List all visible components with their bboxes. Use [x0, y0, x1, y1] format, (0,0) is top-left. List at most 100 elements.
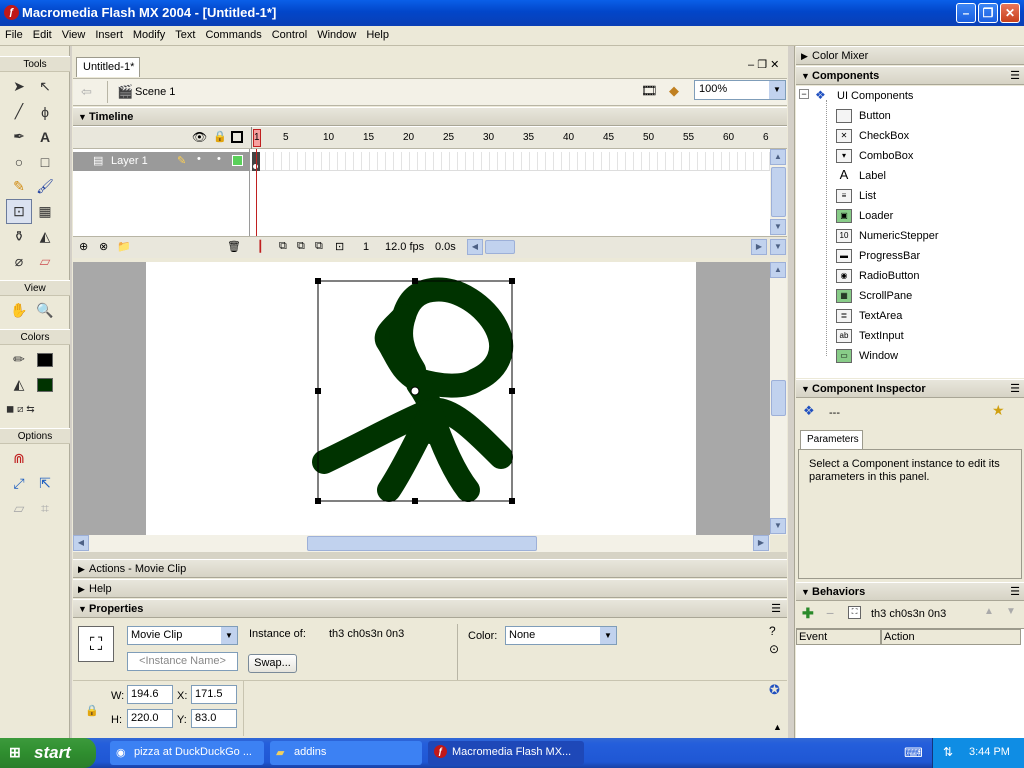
y-input[interactable]: 83.0 — [191, 709, 237, 728]
menu-insert[interactable]: Insert — [90, 26, 128, 41]
component-checkbox[interactable]: ✕ CheckBox — [836, 129, 909, 147]
scroll-down-icon[interactable]: ▼ — [770, 239, 786, 255]
stroke-color-swatch[interactable] — [32, 347, 58, 372]
eyedropper-tool-icon[interactable]: ⌀ — [6, 249, 32, 274]
lock-dot-icon[interactable]: • — [217, 153, 221, 165]
instance-name-input[interactable]: <Instance Name> — [127, 652, 238, 671]
height-input[interactable]: 220.0 — [127, 709, 173, 728]
taskbar-item-browser[interactable]: ◉ pizza at DuckDuckGo ... — [110, 741, 264, 765]
frames-area[interactable] — [250, 149, 770, 239]
timeline-vscroll[interactable]: ▲ ▼ — [770, 149, 787, 236]
action-column-header[interactable]: Action — [881, 629, 1021, 645]
panel-menu-icon[interactable]: ☰ — [1010, 69, 1020, 82]
start-button[interactable]: ⊞ start — [0, 738, 96, 768]
ui-components-node[interactable]: UI Components — [837, 90, 913, 102]
chevron-down-icon[interactable]: ▼ — [600, 627, 616, 644]
eye-icon[interactable]: 👁 — [192, 130, 207, 144]
pen-tool-icon[interactable]: ✒ — [6, 124, 32, 149]
hand-tool-icon[interactable]: ✋ — [6, 298, 32, 323]
menu-edit[interactable]: Edit — [28, 26, 57, 41]
add-behavior-icon[interactable]: ✚ — [802, 605, 814, 622]
components-header[interactable]: ▼ Components ☰ — [796, 66, 1024, 85]
help-panel-header[interactable]: ▶ Help — [73, 579, 787, 598]
clock[interactable]: 3:44 PM — [969, 746, 1010, 758]
stage[interactable] — [146, 262, 696, 535]
edit-scene-icon[interactable]: 🎞 — [641, 83, 658, 99]
line-tool-icon[interactable]: ╱ — [6, 99, 32, 124]
menu-file[interactable]: File — [0, 26, 28, 41]
eraser-tool-icon[interactable]: ▱ — [32, 249, 58, 274]
accessibility-icon[interactable]: ✪ — [769, 682, 780, 698]
behaviors-header[interactable]: ▼ Behaviors ☰ — [796, 582, 1024, 601]
panel-menu-icon[interactable]: ☰ — [1010, 382, 1020, 395]
color-effect-combo[interactable]: None ▼ — [505, 626, 617, 645]
parameters-tab[interactable]: Parameters — [800, 430, 863, 449]
panel-menu-icon[interactable]: ☰ — [771, 602, 781, 615]
edit-multiple-frames-icon[interactable]: ⧉ — [315, 240, 323, 253]
scroll-thumb[interactable] — [771, 167, 786, 217]
component-scrollpane[interactable]: ▦ ScrollPane — [836, 289, 912, 307]
outline-color-swatch[interactable] — [232, 155, 243, 166]
scene-name[interactable]: Scene 1 — [135, 86, 175, 98]
minimize-button[interactable]: – — [956, 3, 976, 23]
menu-modify[interactable]: Modify — [128, 26, 170, 41]
panel-menu-icon[interactable]: ☰ — [1010, 585, 1020, 598]
doc-minimize-icon[interactable]: – — [748, 59, 754, 71]
timeline-header[interactable]: ▼ Timeline — [73, 107, 787, 126]
symbol-type-combo[interactable]: Movie Clip ▼ — [127, 626, 238, 645]
maximize-button[interactable]: ❐ — [978, 3, 998, 23]
scroll-up-icon[interactable]: ▲ — [770, 262, 786, 278]
scroll-right-icon[interactable]: ▶ — [751, 239, 767, 255]
menu-control[interactable]: Control — [267, 26, 312, 41]
lock-icon[interactable]: 🔒 — [213, 130, 227, 143]
component-window[interactable]: ▭ Window — [836, 349, 898, 367]
actions-panel-header[interactable]: ▶ Actions - Movie Clip — [73, 559, 787, 578]
collapse-arrow-icon[interactable]: ▲ — [773, 722, 782, 732]
doc-restore-icon[interactable]: ❐ — [757, 59, 767, 71]
move-up-icon[interactable]: ▲ — [984, 606, 994, 617]
component-button[interactable]: Button — [836, 109, 891, 127]
menu-view[interactable]: View — [57, 26, 91, 41]
insert-layer-icon[interactable]: ⊕ — [79, 240, 88, 253]
layer-row[interactable]: ▤ Layer 1 ✎ • • — [73, 152, 249, 171]
inspector-star-icon[interactable]: ★ — [992, 402, 1005, 419]
component-radiobutton[interactable]: ◉ RadioButton — [836, 269, 920, 287]
stage-vscroll[interactable]: ▲ ▼ — [770, 262, 787, 535]
onion-markers-icon[interactable]: ⊡ — [335, 240, 344, 253]
scroll-down-icon[interactable]: ▼ — [770, 219, 786, 235]
distort-icon[interactable]: ▱ — [6, 496, 32, 521]
stage-hscroll[interactable]: ◀ ▶ — [73, 535, 770, 552]
remove-behavior-icon[interactable]: − — [826, 605, 834, 621]
scroll-left-icon[interactable]: ◀ — [73, 535, 89, 551]
edit-icon[interactable]: ⊙ — [769, 642, 779, 656]
ink-bottle-tool-icon[interactable]: ⚱ — [6, 224, 32, 249]
help-icon[interactable]: ? — [769, 624, 776, 638]
swap-button[interactable]: Swap... — [248, 654, 297, 673]
oval-tool-icon[interactable]: ○ — [6, 149, 32, 174]
stick-figure-drawing[interactable] — [146, 262, 696, 535]
keyboard-icon[interactable]: ⌨ — [904, 745, 923, 761]
brush-tool-icon[interactable]: 🖌 — [32, 174, 58, 199]
arrow-tool-icon[interactable]: ➤ — [6, 74, 32, 99]
color-mixer-header[interactable]: ▶ Color Mixer — [796, 46, 1024, 65]
visibility-dot-icon[interactable]: • — [197, 153, 201, 165]
component-inspector-header[interactable]: ▼ Component Inspector ☰ — [796, 379, 1024, 398]
properties-panel-header[interactable]: ▼ Properties ☰ — [73, 599, 787, 618]
tree-collapse-icon[interactable]: − — [799, 89, 809, 99]
fill-transform-tool-icon[interactable]: ▦ — [32, 199, 58, 224]
chevron-down-icon[interactable]: ▼ — [221, 627, 237, 644]
center-frame-icon[interactable]: ┃ — [257, 240, 264, 253]
fill-color-swatch[interactable] — [32, 372, 58, 397]
taskbar-item-addins[interactable]: ▰ addins — [270, 741, 422, 765]
menu-text[interactable]: Text — [170, 26, 200, 41]
component-loader[interactable]: ▣ Loader — [836, 209, 893, 227]
x-input[interactable]: 171.5 — [191, 685, 237, 704]
snap-magnet-icon[interactable]: ⋒ — [6, 446, 32, 471]
back-arrow-icon[interactable]: ⇦ — [81, 84, 92, 100]
menu-commands[interactable]: Commands — [200, 26, 266, 41]
free-transform-tool-icon[interactable]: ⊡ — [6, 199, 32, 224]
scroll-down-icon[interactable]: ▼ — [770, 518, 786, 534]
zoom-combo[interactable]: 100% ▼ — [694, 80, 786, 100]
network-icon[interactable]: ⇅ — [943, 745, 953, 759]
component-numericstepper[interactable]: 10 NumericStepper — [836, 229, 938, 247]
